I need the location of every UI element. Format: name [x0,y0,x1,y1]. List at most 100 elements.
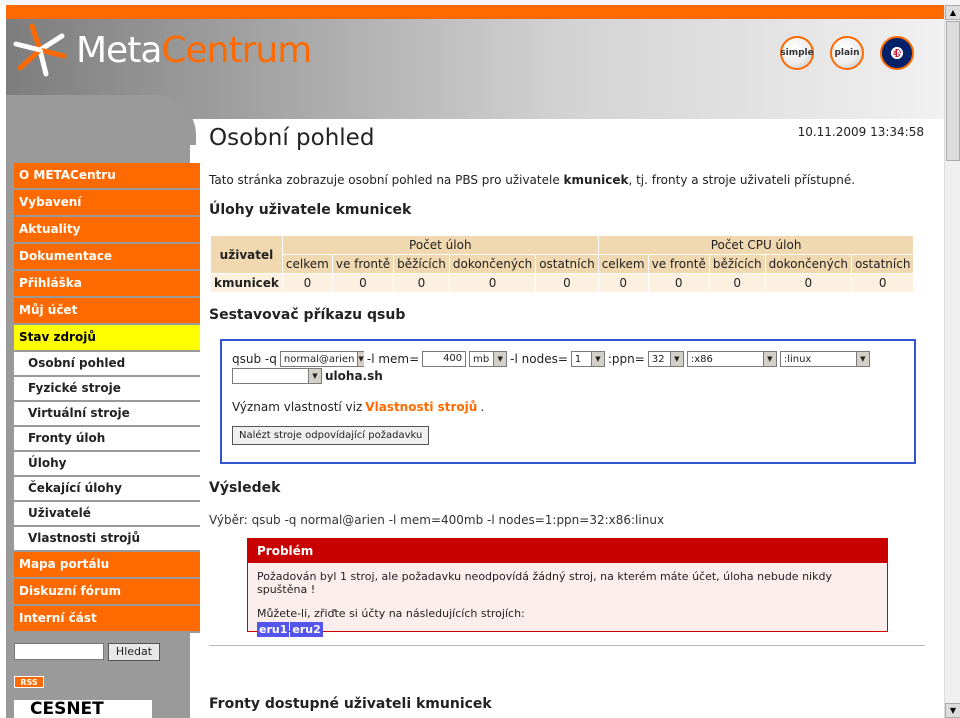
intro-text: Tato stránka zobrazuje osobní pohled na … [209,173,856,187]
scroll-down-arrow-icon[interactable]: ▼ [945,703,960,718]
table-cell: 0 [765,274,851,292]
table-subheader: ostatních [536,255,598,273]
plain-view-button[interactable]: plain [830,36,864,70]
queues-heading: Fronty dostupné uživateli kmunicek [209,696,492,712]
table-cell: 0 [394,274,449,292]
header-stripe [6,5,944,19]
chevron-down-icon: ▼ [590,352,604,366]
nav-item-vybaveni[interactable]: Vybavení [14,190,200,217]
ppn-label: :ppn= [607,352,645,366]
main-content: Osobní pohled 10.11.2009 13:34:58 Tato s… [190,125,944,718]
search-input[interactable] [14,643,104,660]
table-cell: 0 [332,274,394,292]
nav-sub-cekajici-ulohy[interactable]: Čekající úlohy [14,477,200,502]
table-subheader: dokončených [765,255,851,273]
table-cell-user: kmunicek [211,274,282,292]
nodes-label: -l nodes= [510,352,568,366]
english-flag-icon[interactable]: EN [880,36,914,70]
machine-link[interactable]: eru1 [257,622,290,637]
table-subheader: ve frontě [648,255,709,273]
divider [209,645,925,646]
result-selection: Výběr: qsub -q normal@arien -l mem=400mb… [209,513,665,527]
nav-item-muj-ucet[interactable]: Můj účet [14,298,200,325]
table-cell: 0 [709,274,765,292]
result-heading: Výsledek [209,480,281,496]
nav-item-stav-zdroju[interactable]: Stav zdrojů [14,325,200,352]
chevron-down-icon: ▼ [493,352,507,366]
nav-sub-fyzicke-stroje[interactable]: Fyzické stroje [14,377,200,402]
props-note: Význam vlastností viz Vlastnosti strojů. [232,400,485,414]
scrollbar[interactable]: ▲ ▼ [944,5,960,718]
nav-item-prihlaska[interactable]: Přihláška [14,271,200,298]
table-subheader: běžících [709,255,765,273]
table-subheader: dokončených [449,255,536,273]
rss-badge[interactable]: RSS [14,676,44,688]
scroll-up-arrow-icon[interactable]: ▲ [945,5,960,20]
mem-unit-select[interactable]: mb ▼ [469,351,508,367]
jobs-table: uživatel Počet úloh Počet CPU úloh celke… [210,235,914,293]
logo-wordmark: MetaCentrum [76,29,312,71]
nav-sub-ulohy[interactable]: Úlohy [14,452,200,477]
nav-item-interni-cast[interactable]: Interní část [14,606,200,633]
problem-body: Požadován byl 1 stroj, ale požadavku neo… [248,563,887,644]
jobs-heading: Úlohy uživatele kmunicek [209,202,412,218]
os-select[interactable]: :linux ▼ [779,351,870,367]
problem-title: Problém [248,539,887,563]
site-logo[interactable]: MetaCentrum [12,22,312,78]
logo-star-icon [13,23,67,77]
problem-hint: Můžete-li, zřiďte si účty na následující… [257,607,525,620]
table-cell: 0 [449,274,536,292]
nav-sub-virtualni-stroje[interactable]: Virtuální stroje [14,402,200,427]
mem-label: -l mem= [366,352,420,366]
simple-view-button[interactable]: simple [780,36,814,70]
extra-property-select[interactable]: ▼ [232,368,322,384]
machine-list: eru1 eru2 [257,622,878,637]
nav-item-o-metacentru[interactable]: O METACentru [14,163,200,190]
chevron-down-icon: ▼ [855,352,869,366]
table-subheader: běžících [394,255,449,273]
nav-item-diskuzni-forum[interactable]: Diskuzní fórum [14,579,200,606]
page-title: Osobní pohled [209,125,375,151]
chevron-down-icon: ▼ [669,352,683,366]
nav-sub-osobni-pohled[interactable]: Osobní pohled [14,352,200,377]
scroll-thumb[interactable] [946,21,960,161]
arch-select[interactable]: :x86 ▼ [686,351,777,367]
nav-sub-uzivatele[interactable]: Uživatelé [14,502,200,527]
nav-item-aktuality[interactable]: Aktuality [14,217,200,244]
table-cell: 0 [536,274,598,292]
search-button[interactable]: Hledat [108,643,160,661]
qsub-prefix-label: qsub -q [232,352,277,366]
nodes-select[interactable]: 1 ▼ [570,351,605,367]
find-row: Nalézt stroje odpovídající požadavku [232,426,904,445]
chevron-down-icon: ▼ [762,352,776,366]
sidebar-nav: O METACentru Vybavení Aktuality Dokument… [14,163,200,633]
table-cell: 0 [648,274,709,292]
table-subheader: celkem [598,255,648,273]
nav-item-mapa-portalu[interactable]: Mapa portálu [14,552,200,579]
table-header-user: uživatel [211,236,282,273]
table-subheader: celkem [282,255,332,273]
qsub-row-2: ▼ uloha.sh [232,368,904,384]
props-link[interactable]: Vlastnosti strojů [365,400,477,414]
qsub-row-1: qsub -q normal@arien ▼ -l mem= 400 mb ▼ -l… [232,351,904,367]
mem-input[interactable]: 400 [422,351,467,367]
problem-message: Požadován byl 1 stroj, ale požadavku neo… [257,570,832,596]
table-cell: 0 [851,274,914,292]
intro-username: kmunicek [563,173,629,187]
qsub-builder: qsub -q normal@arien ▼ -l mem= 400 mb ▼ -l… [220,339,916,464]
nav-item-dokumentace[interactable]: Dokumentace [14,244,200,271]
cesnet-logo[interactable]: CESNET [14,700,152,718]
search-form: Hledat [14,643,160,661]
script-name: uloha.sh [325,369,383,383]
table-cell: 0 [598,274,648,292]
table-header-jobs: Počet úloh [282,236,598,254]
table-subheader: ve frontě [332,255,394,273]
chevron-down-icon: ▼ [308,369,321,383]
nav-sub-vlastnosti-stroju[interactable]: Vlastnosti strojů [14,527,200,552]
ppn-select[interactable]: 32 ▼ [647,351,684,367]
nav-sub-fronty-uloh[interactable]: Fronty úloh [14,427,200,452]
machine-link[interactable]: eru2 [290,622,323,637]
find-machines-button[interactable]: Nalézt stroje odpovídající požadavku [232,426,430,445]
qsub-heading: Sestavovač příkazu qsub [209,307,406,323]
queue-select[interactable]: normal@arien ▼ [279,351,364,367]
